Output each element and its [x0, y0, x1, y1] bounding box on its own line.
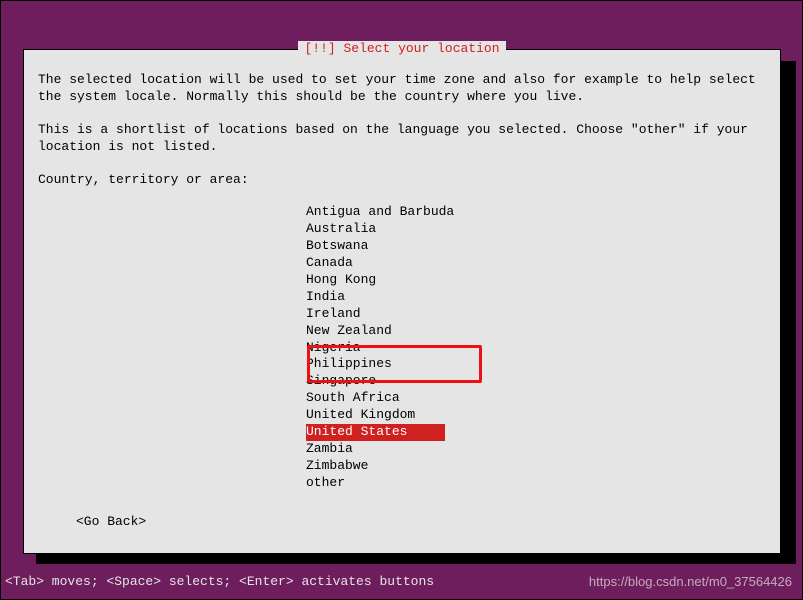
list-item[interactable]: India: [306, 289, 766, 306]
list-item[interactable]: Zimbabwe: [306, 458, 766, 475]
list-item[interactable]: Nigeria: [306, 340, 766, 357]
prompt-label: Country, territory or area:: [38, 172, 766, 189]
description-2: This is a shortlist of locations based o…: [38, 122, 766, 156]
watermark: https://blog.csdn.net/m0_37564426: [589, 574, 792, 591]
location-dialog: [!!] Select your location The selected l…: [23, 49, 781, 554]
list-item[interactable]: Singapore: [306, 373, 766, 390]
list-item[interactable]: United Kingdom: [306, 407, 766, 424]
go-back-button[interactable]: <Go Back>: [76, 514, 766, 531]
status-bar: <Tab> moves; <Space> selects; <Enter> ac…: [5, 574, 434, 591]
list-item[interactable]: Hong Kong: [306, 272, 766, 289]
list-item[interactable]: Australia: [306, 221, 766, 238]
list-item[interactable]: New Zealand: [306, 323, 766, 340]
list-item[interactable]: Antigua and Barbuda: [306, 204, 766, 221]
list-item[interactable]: Ireland: [306, 306, 766, 323]
location-list[interactable]: Antigua and BarbudaAustraliaBotswanaCana…: [306, 204, 766, 491]
list-item[interactable]: South Africa: [306, 390, 766, 407]
list-item[interactable]: United States: [306, 424, 766, 441]
dialog-title: [!!] Select your location: [298, 41, 505, 58]
list-item[interactable]: Zambia: [306, 441, 766, 458]
list-item[interactable]: Canada: [306, 255, 766, 272]
list-item[interactable]: Philippines: [306, 356, 766, 373]
list-item[interactable]: Botswana: [306, 238, 766, 255]
list-item[interactable]: other: [306, 475, 766, 492]
description-1: The selected location will be used to se…: [38, 72, 766, 106]
